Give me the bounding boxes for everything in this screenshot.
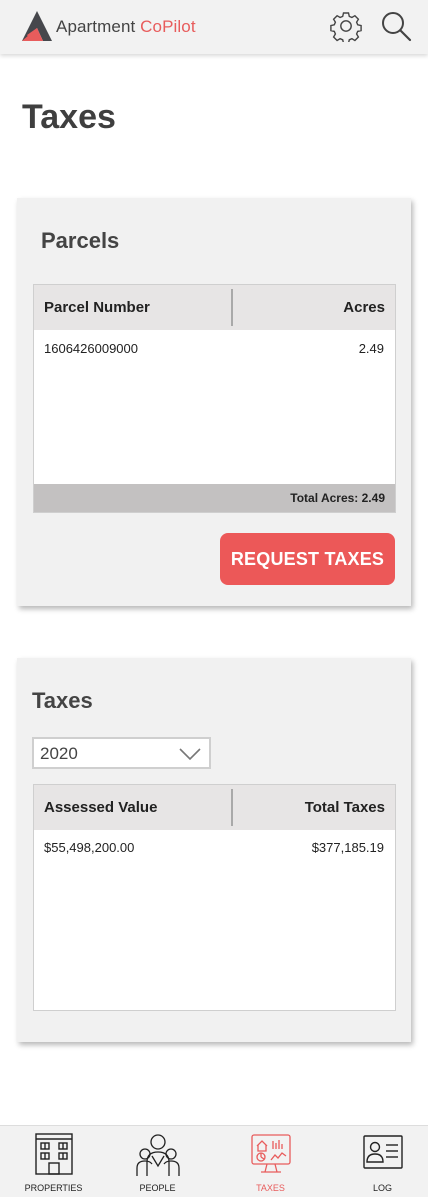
search-button[interactable] (380, 10, 412, 42)
column-divider (231, 789, 233, 826)
year-select[interactable]: 2020 (32, 737, 211, 769)
nav-label-properties: PROPERTIES (24, 1183, 83, 1193)
nav-item-taxes[interactable]: TAXES (217, 1126, 324, 1197)
people-icon (135, 1134, 180, 1176)
parcels-table-header: Parcel Number Acres (34, 285, 395, 330)
taxes-table-header: Assessed Value Total Taxes (34, 785, 395, 830)
building-icon (34, 1133, 73, 1175)
parcel-number-cell: 1606426009000 (44, 341, 138, 356)
request-taxes-button[interactable]: REQUEST TAXES (220, 533, 395, 585)
app-title[interactable]: Apartment CoPilot (56, 17, 196, 37)
app-header: Apartment CoPilot (0, 0, 428, 54)
taxes-card: Taxes 2020 Assessed Value Total Taxes $5… (17, 658, 411, 1042)
gear-icon (330, 12, 362, 44)
page-title: Taxes (22, 98, 116, 136)
assessed-value-cell: $55,498,200.00 (44, 840, 135, 855)
nav-item-people[interactable]: PEOPLE (104, 1126, 211, 1197)
settings-button[interactable] (330, 10, 362, 44)
chevron-down-icon (179, 748, 201, 761)
nav-item-properties[interactable]: PROPERTIES (0, 1126, 107, 1197)
bottom-nav: PROPERTIES PEOPLE TAXES LOG (0, 1125, 428, 1197)
nav-label-log: LOG (372, 1183, 392, 1193)
parcels-title: Parcels (41, 228, 120, 253)
column-header-total-taxes[interactable]: Total Taxes (305, 799, 385, 816)
nav-label-people: PEOPLE (139, 1183, 176, 1193)
column-header-parcel-number[interactable]: Parcel Number (44, 299, 150, 316)
table-row[interactable]: $55,498,200.00 $377,185.19 (34, 840, 395, 862)
total-acres: Total Acres: 2.49 (290, 491, 385, 505)
total-taxes-cell: $377,185.19 (311, 840, 384, 855)
taxes-title: Taxes (32, 688, 93, 713)
app-logo-icon (22, 11, 52, 41)
year-select-value: 2020 (40, 744, 78, 763)
app-title-accent: CoPilot (140, 17, 196, 36)
nav-item-log[interactable]: LOG (329, 1126, 428, 1197)
parcels-table-footer: Total Acres: 2.49 (34, 484, 395, 512)
table-row[interactable]: 1606426009000 2.49 (34, 341, 395, 363)
nav-label-taxes: TAXES (256, 1183, 285, 1193)
column-header-acres[interactable]: Acres (343, 299, 385, 316)
search-icon (382, 12, 412, 42)
parcels-card: Parcels Parcel Number Acres 160642600900… (17, 198, 411, 606)
column-divider (231, 289, 233, 326)
log-id-card-icon (362, 1135, 403, 1169)
parcels-table: Parcel Number Acres 1606426009000 2.49 T… (33, 284, 396, 513)
app-title-main: Apartment (56, 17, 141, 36)
taxes-table: Assessed Value Total Taxes $55,498,200.0… (33, 784, 396, 1011)
taxes-dashboard-icon (250, 1134, 291, 1173)
column-header-assessed-value[interactable]: Assessed Value (44, 799, 157, 816)
acres-cell: 2.49 (358, 341, 384, 356)
